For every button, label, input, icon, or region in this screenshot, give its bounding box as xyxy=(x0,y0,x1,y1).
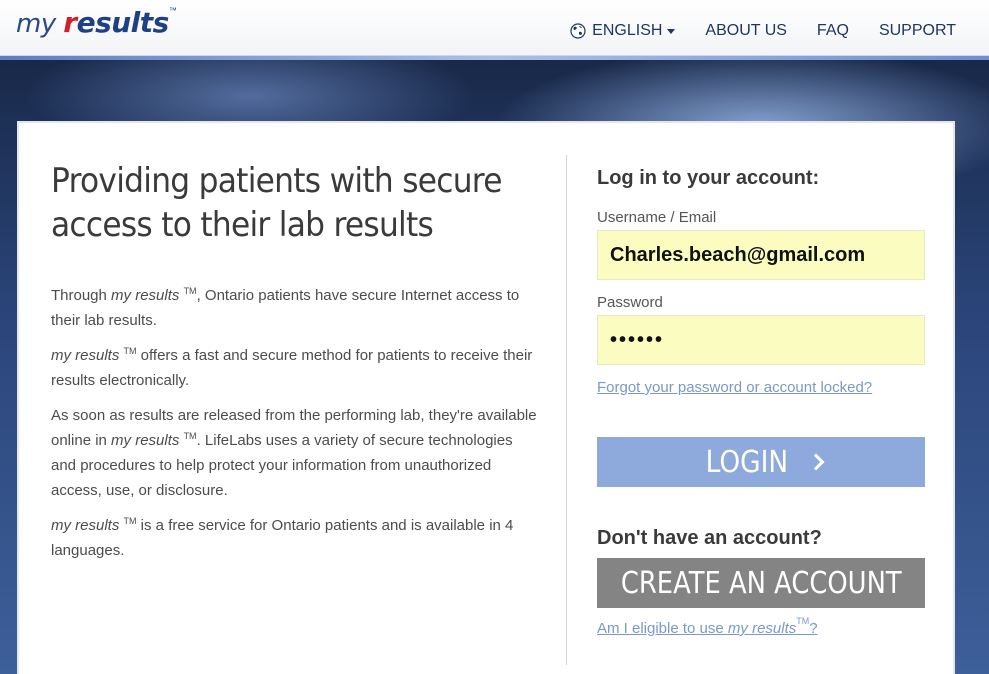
password-label: Password xyxy=(597,294,663,311)
logo-tm: ™ xyxy=(168,6,177,15)
login-section: Log in to your account: Username / Email… xyxy=(597,167,925,638)
top-header: my results™ ENGLISH ABOUT US FAQ SUPPORT xyxy=(0,0,989,56)
login-button[interactable]: LOGIN xyxy=(597,437,925,487)
intro-section: Providing patients with secure access to… xyxy=(51,159,541,563)
intro-paragraph-1: Through my results TM, Ontario patients … xyxy=(51,286,520,329)
eligibility-link[interactable]: Am I eligible to use my resultsTM? xyxy=(597,616,818,637)
create-account-label: CREATE AN ACCOUNT xyxy=(620,565,902,601)
intro-paragraph-2: my results TM offers a fast and secure m… xyxy=(51,346,533,389)
nav-about-us[interactable]: ABOUT US xyxy=(705,22,787,40)
language-label: ENGLISH xyxy=(592,22,663,39)
username-field[interactable] xyxy=(597,230,925,280)
logo-brand: results xyxy=(63,6,169,39)
login-title: Log in to your account: xyxy=(597,167,820,189)
language-dropdown[interactable]: ENGLISH xyxy=(570,22,676,40)
my-results-logo[interactable]: my results™ xyxy=(16,6,177,40)
caret-down-icon xyxy=(667,28,676,34)
login-button-label: LOGIN xyxy=(705,444,789,480)
main-nav: ENGLISH ABOUT US FAQ SUPPORT xyxy=(570,22,956,40)
nav-support[interactable]: SUPPORT xyxy=(879,22,956,40)
intro-paragraph-3: As soon as results are released from the… xyxy=(51,407,537,499)
create-account-button[interactable]: CREATE AN ACCOUNT xyxy=(597,558,925,608)
login-card: Providing patients with secure access to… xyxy=(17,121,955,674)
chevron-right-icon xyxy=(807,453,825,471)
no-account-heading: Don't have an account? xyxy=(597,527,822,549)
globe-icon xyxy=(570,23,586,39)
column-divider xyxy=(566,155,567,665)
hero-highlight-strip xyxy=(0,56,989,60)
intro-paragraph-4: my results TM is a free service for Onta… xyxy=(51,516,514,559)
password-field[interactable] xyxy=(597,315,925,365)
username-label: Username / Email xyxy=(597,209,717,226)
forgot-password-link[interactable]: Forgot your password or account locked? xyxy=(597,379,872,396)
page-headline: Providing patients with secure access to… xyxy=(51,161,502,245)
logo-my: my xyxy=(16,9,56,39)
nav-faq[interactable]: FAQ xyxy=(817,22,849,40)
